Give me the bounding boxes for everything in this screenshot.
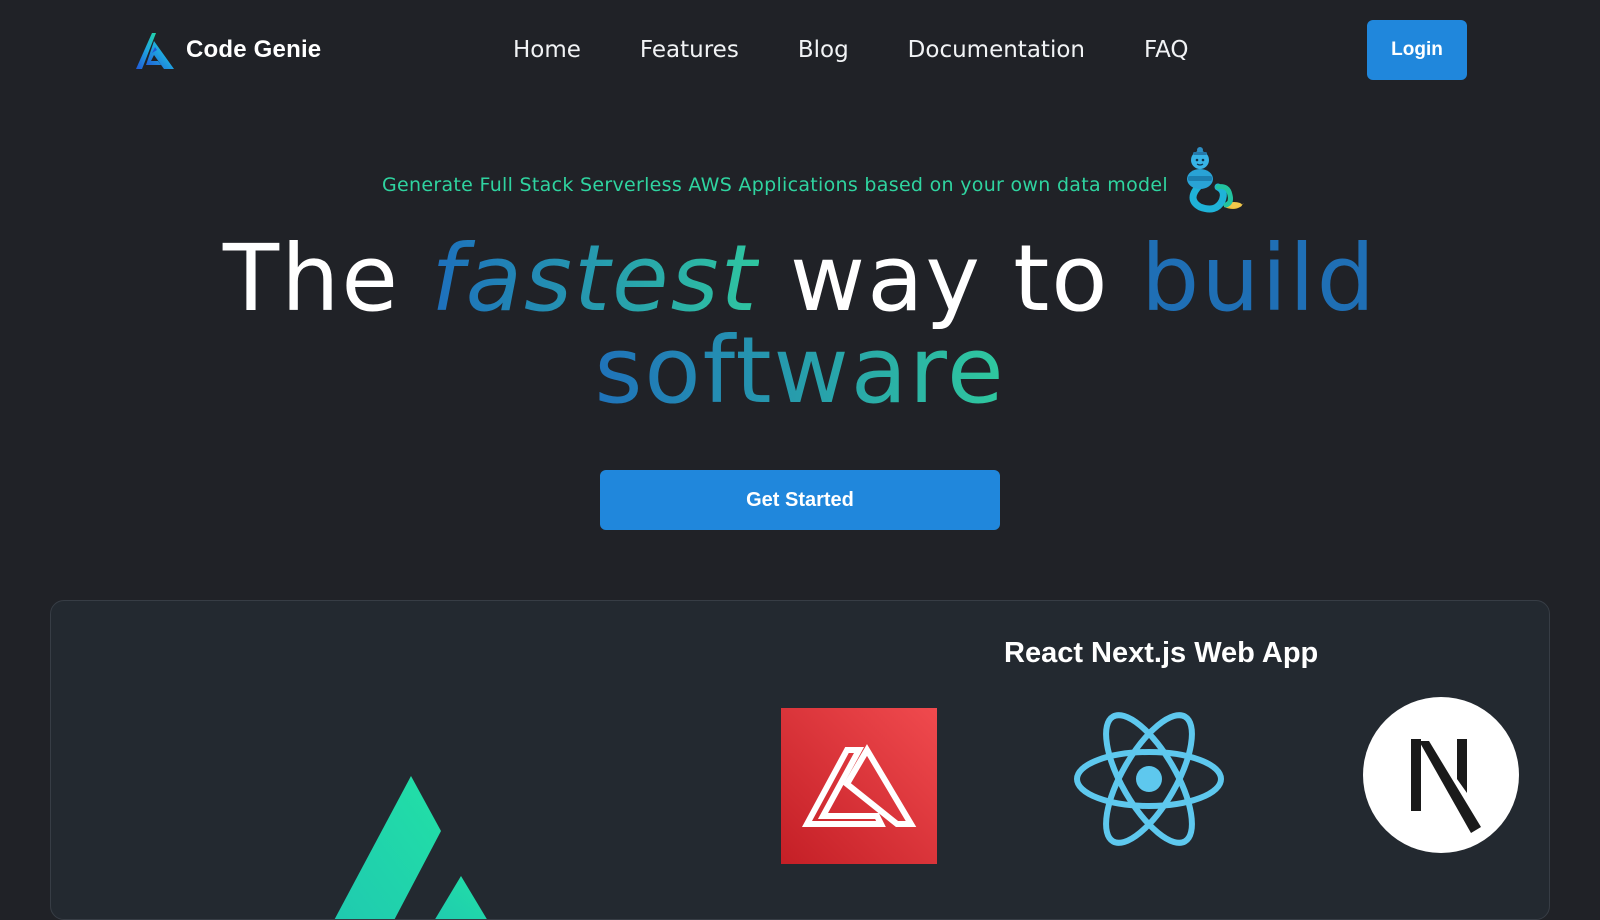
aws-amplify-logo-icon — [781, 708, 937, 864]
nav-link-home[interactable]: Home — [513, 37, 581, 63]
headline-word-the: The — [222, 225, 401, 332]
nav-link-blog[interactable]: Blog — [798, 37, 849, 63]
hero-tagline: Generate Full Stack Serverless AWS Appli… — [382, 174, 1168, 196]
hero-headline: The fastest way to build software — [0, 233, 1600, 417]
brand-home-link[interactable]: Code Genie — [134, 28, 321, 72]
code-genie-logo-large-icon — [334, 776, 487, 919]
get-started-button[interactable]: Get Started — [600, 470, 1000, 530]
headline-word-fastest: fastest — [431, 225, 759, 332]
nav-link-features[interactable]: Features — [640, 37, 739, 63]
showcase-title: React Next.js Web App — [1004, 637, 1319, 669]
nav-link-faq[interactable]: FAQ — [1144, 37, 1189, 63]
showcase-panel: React Next.js Web App — [50, 600, 1550, 920]
main-menu: Home Features Blog Documentation FAQ — [513, 30, 1189, 70]
top-nav: Code Genie Home Features Blog Documentat… — [0, 0, 1600, 100]
genie-emoji-icon — [1186, 147, 1244, 213]
nextjs-logo-icon — [1363, 697, 1519, 853]
headline-word-software: software — [594, 317, 1006, 424]
code-genie-logo-icon — [136, 33, 174, 69]
tagline-row: Generate Full Stack Serverless AWS Appli… — [0, 145, 1600, 215]
react-logo-icon — [1074, 712, 1224, 846]
nav-link-documentation[interactable]: Documentation — [908, 37, 1085, 63]
headline-word-build: build — [1140, 225, 1378, 332]
brand-name: Code Genie — [186, 36, 322, 63]
headline-word-way-to: way to — [789, 225, 1110, 332]
login-button[interactable]: Login — [1367, 20, 1467, 80]
